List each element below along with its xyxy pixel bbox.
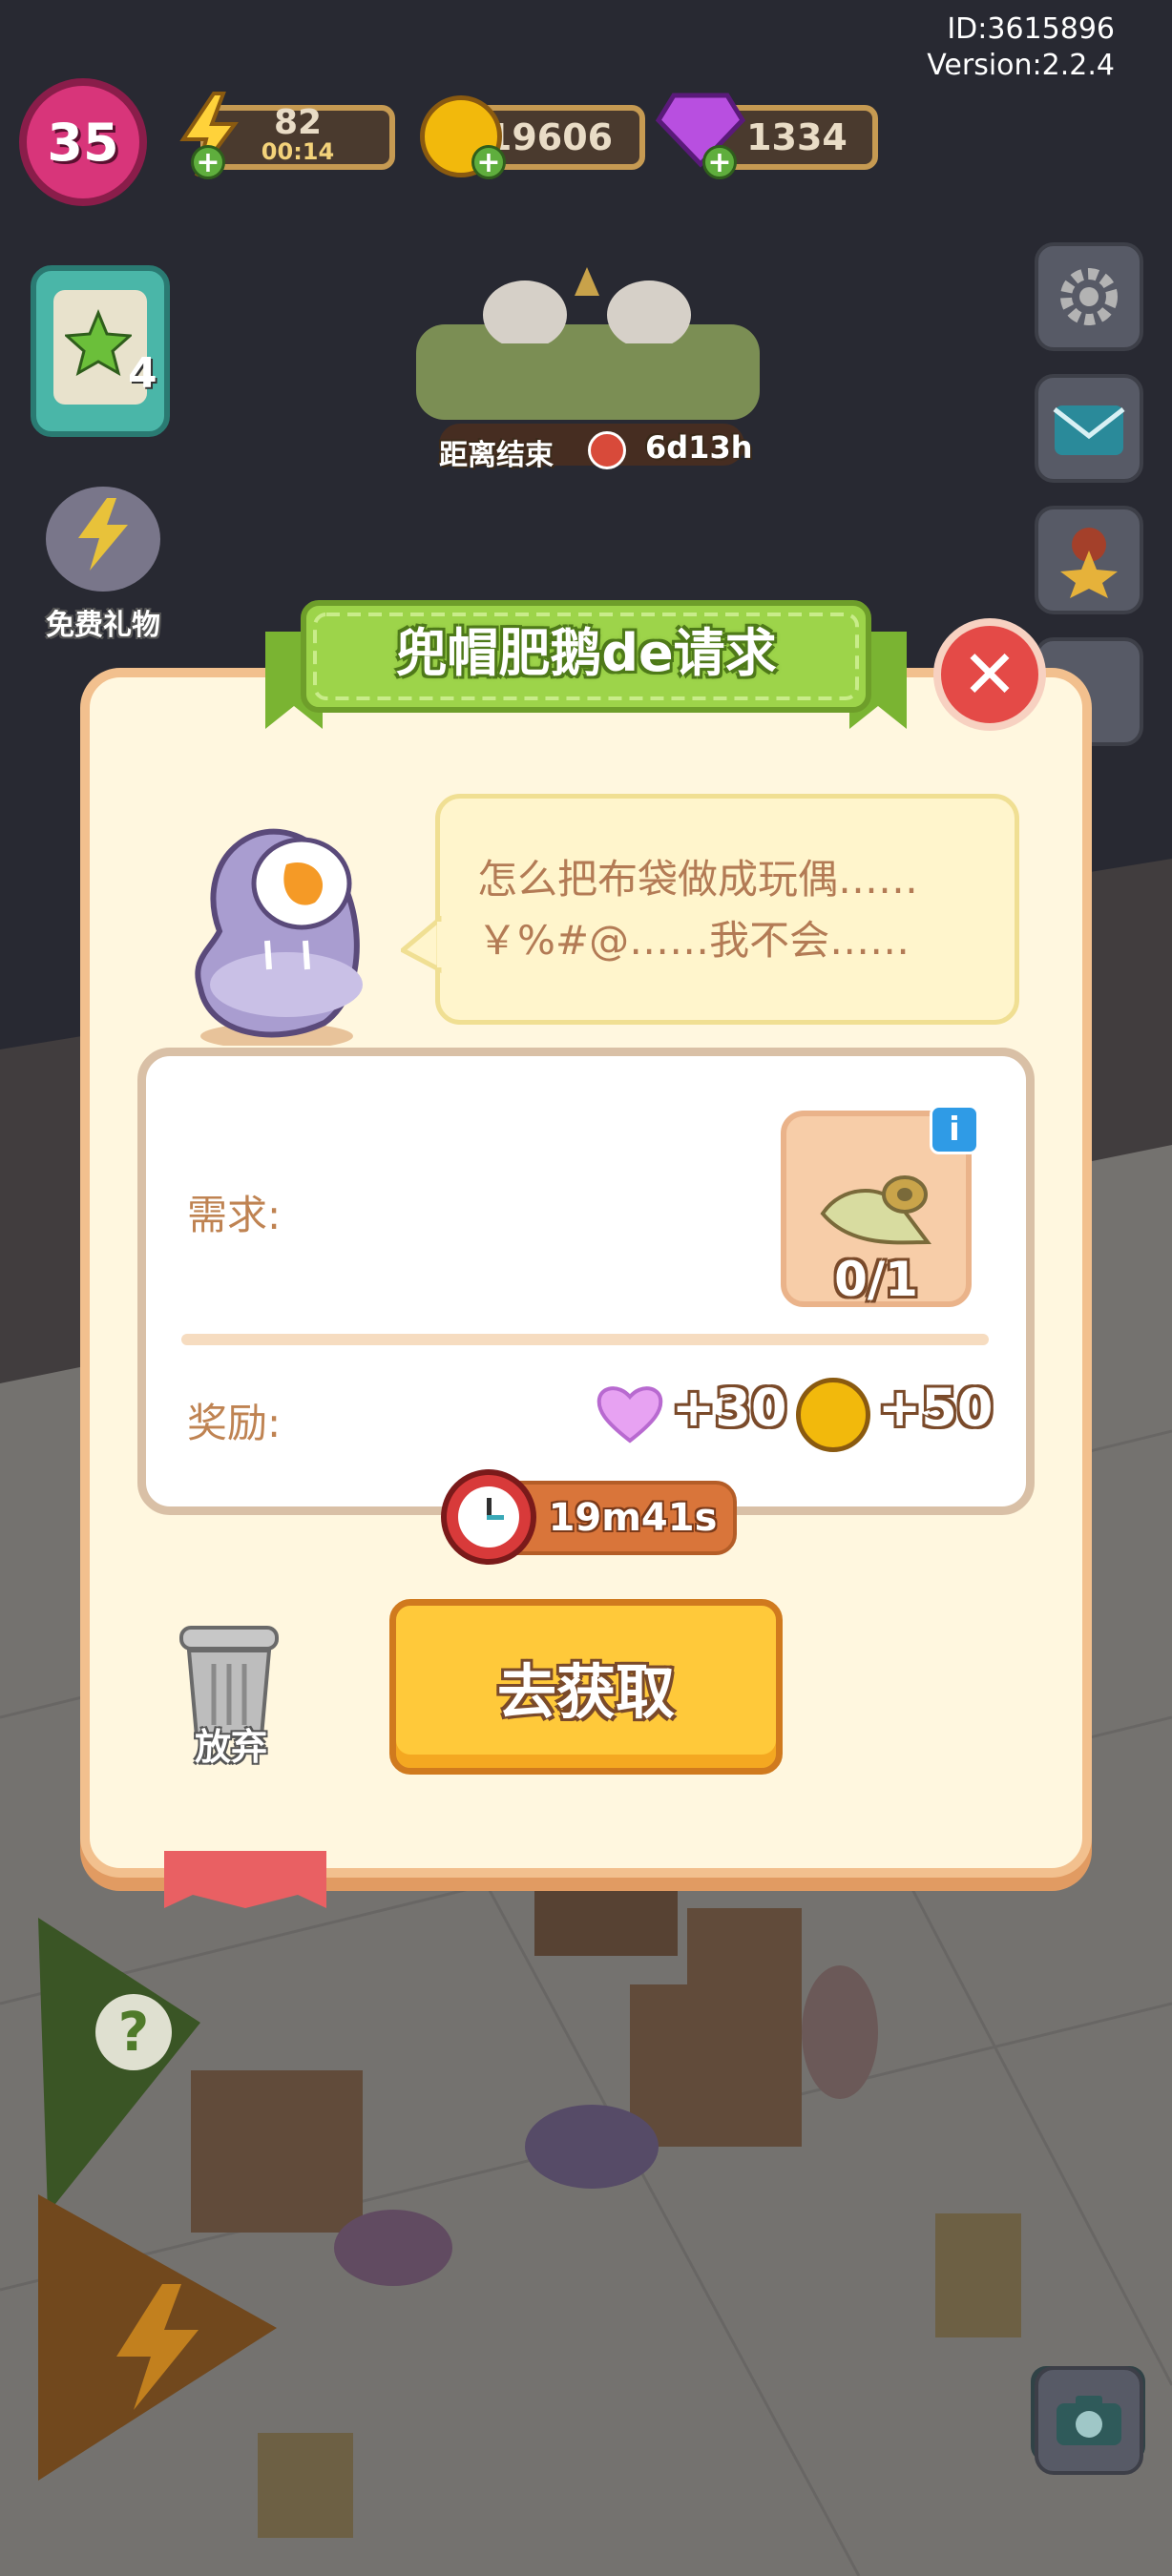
item-progress: 0/1 — [834, 1252, 918, 1307]
cloth-roll-icon — [820, 1175, 931, 1245]
boost-button[interactable] — [38, 2194, 277, 2481]
camera-button[interactable] — [1035, 2366, 1143, 2475]
speech-text: 怎么把布袋做成玩偶…… ￥%#@……我不会…… — [477, 849, 1012, 971]
mail-button[interactable] — [1035, 374, 1143, 483]
reward-coins: +50 — [878, 1378, 994, 1438]
energy-timer: 00:14 — [261, 138, 335, 165]
account-info: ID:3615896 Version:2.2.4 — [927, 11, 1115, 84]
achievements-button[interactable] — [1035, 506, 1143, 614]
demand-label: 需求: — [187, 1192, 282, 1238]
go-get-label: 去获取 — [496, 1657, 675, 1727]
speech-line-2: ￥%#@……我不会…… — [477, 917, 910, 964]
ribbon-star-icon — [1060, 528, 1118, 598]
hooded-goose-avatar — [195, 828, 363, 1046]
settings-button[interactable] — [1035, 242, 1143, 351]
mail-icon — [1053, 405, 1125, 455]
reward-hearts: +30 — [672, 1378, 787, 1438]
dialog-bookmark-ribbon — [164, 1851, 326, 1908]
help-button[interactable]: ? — [38, 1918, 200, 2204]
close-icon: ✕ — [961, 635, 1018, 714]
add-gems-button[interactable]: + — [702, 145, 737, 179]
coin-icon-reward — [796, 1378, 870, 1452]
add-coins-button[interactable]: + — [471, 145, 506, 179]
speech-line-1: 怎么把布袋做成玩偶…… — [477, 856, 919, 903]
question-icon: ? — [95, 1994, 172, 2070]
reward-label: 奖励: — [187, 1400, 282, 1446]
event-countdown-label: 距离结束 — [439, 439, 554, 472]
lightning-icon — [105, 2280, 210, 2414]
info-button[interactable]: i — [930, 1105, 979, 1154]
discard-label[interactable]: 放弃 — [178, 1717, 284, 1770]
energy-value: 82 — [273, 103, 323, 142]
player-id: ID:3615896 — [947, 12, 1115, 46]
level-number: 35 — [47, 112, 119, 173]
gem-value: 1334 — [746, 116, 848, 158]
quest-card-button[interactable]: 4 — [31, 265, 170, 437]
quest-count: 4 — [128, 349, 157, 398]
dialog-title: 兜帽肥鹅de请求 — [395, 623, 777, 683]
lightning-gift-icon — [73, 496, 134, 572]
close-button[interactable]: ✕ — [933, 618, 1046, 731]
coin-value: 19606 — [486, 116, 614, 158]
clock-icon — [441, 1469, 536, 1565]
gear-icon — [1060, 268, 1118, 325]
speech-bubble-tail — [401, 916, 443, 973]
heart-icon — [596, 1386, 663, 1444]
camera-icon — [1057, 2396, 1121, 2445]
event-countdown-value: 6d13h — [645, 429, 753, 466]
game-version: Version:2.2.4 — [927, 49, 1115, 82]
info-icon: i — [949, 1111, 960, 1149]
free-gift-label: 免费礼物 — [46, 609, 160, 642]
section-divider — [181, 1334, 989, 1345]
level-badge[interactable]: 35 — [19, 78, 147, 206]
timer-value: 19m41s — [548, 1496, 718, 1540]
add-energy-button[interactable]: + — [191, 145, 225, 179]
clock-icon-small — [588, 431, 626, 469]
go-get-button[interactable]: 去获取 — [389, 1599, 783, 1775]
event-mascots — [458, 258, 716, 349]
star-icon — [63, 309, 134, 377]
